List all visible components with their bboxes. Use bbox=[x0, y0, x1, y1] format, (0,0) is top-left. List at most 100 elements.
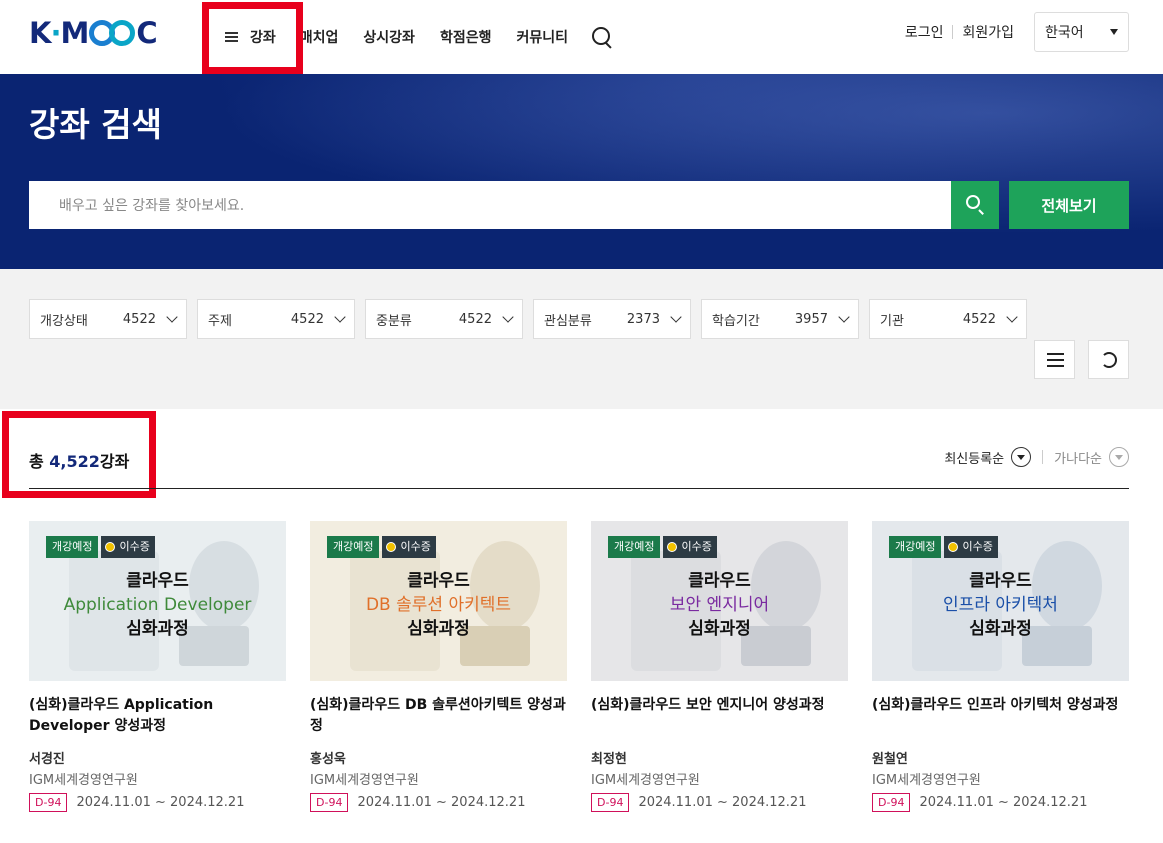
login-link[interactable]: 로그인 bbox=[905, 22, 944, 42]
medal-icon bbox=[667, 542, 678, 552]
filter-institution[interactable]: 기관 4522 bbox=[869, 299, 1027, 339]
refresh-button[interactable] bbox=[1088, 340, 1129, 379]
kmooc-logo[interactable]: K·M C bbox=[29, 16, 158, 50]
thumb-line1: 클라우드 bbox=[969, 571, 1032, 591]
caret-down-icon bbox=[1110, 29, 1118, 35]
course-thumbnail[interactable]: 개강예정 이수증 클라우드 DB 솔루션 아키텍트 심화과정 bbox=[310, 521, 567, 681]
course-date: D-94 2024.11.01 ~ 2024.12.21 bbox=[872, 793, 1087, 812]
course-card[interactable]: 개강예정 이수증 클라우드 보안 엔지니어 심화과정 (심화)클라우드 보안 엔… bbox=[591, 521, 848, 821]
sort-alphabetical[interactable]: 가나다순 bbox=[1054, 447, 1129, 467]
course-date: D-94 2024.11.01 ~ 2024.12.21 bbox=[310, 793, 525, 812]
filter-label: 개강상태 bbox=[40, 313, 88, 329]
thumbnail-text: 클라우드 인프라 아키텍처 심화과정 bbox=[872, 569, 1129, 641]
course-thumbnail[interactable]: 개강예정 이수증 클라우드 Application Developer 심화과정 bbox=[29, 521, 286, 681]
filter-interest[interactable]: 관심분류 2373 bbox=[533, 299, 691, 339]
thumbnail-text: 클라우드 DB 솔루션 아키텍트 심화과정 bbox=[310, 569, 567, 641]
filter-status[interactable]: 개강상태 4522 bbox=[29, 299, 187, 339]
view-all-button[interactable]: 전체보기 bbox=[1009, 181, 1129, 229]
chevron-down-icon bbox=[334, 311, 346, 323]
course-title[interactable]: (심화)클라우드 DB 솔루션아키텍트 양성과정 bbox=[310, 695, 567, 737]
dday-badge: D-94 bbox=[29, 793, 68, 812]
course-period: 2024.11.01 ~ 2024.12.21 bbox=[357, 795, 526, 810]
chevron-down-icon bbox=[502, 311, 514, 323]
course-institution: IGM세계경영연구원 bbox=[872, 773, 981, 788]
course-date: D-94 2024.11.01 ~ 2024.12.21 bbox=[591, 793, 806, 812]
logo-infinity-icon bbox=[89, 20, 136, 46]
page-title: 강좌 검색 bbox=[29, 105, 162, 144]
course-professor: 원철연 bbox=[872, 752, 908, 767]
sort-latest[interactable]: 최신등록순 bbox=[944, 447, 1032, 467]
filter-label: 관심분류 bbox=[544, 313, 592, 329]
sort-latest-label: 최신등록순 bbox=[944, 451, 1005, 467]
filter-count: 3957 bbox=[794, 311, 828, 327]
filter-label: 학습기간 bbox=[712, 313, 760, 329]
thumb-line3: 심화과정 bbox=[407, 619, 470, 639]
course-title[interactable]: (심화)클라우드 보안 엔지니어 양성과정 bbox=[591, 695, 848, 716]
results-divider bbox=[29, 488, 1129, 489]
course-period: 2024.11.01 ~ 2024.12.21 bbox=[919, 795, 1088, 810]
filter-count: 4522 bbox=[962, 311, 996, 327]
medal-icon bbox=[105, 542, 116, 552]
filter-duration[interactable]: 학습기간 3957 bbox=[701, 299, 859, 339]
certificate-badge: 이수증 bbox=[944, 536, 998, 558]
course-professor: 최정현 bbox=[591, 752, 627, 767]
search-input[interactable]: 배우고 싶은 강좌를 찾아보세요. bbox=[29, 181, 951, 229]
search-icon[interactable] bbox=[591, 26, 613, 48]
filter-label: 주제 bbox=[208, 313, 232, 329]
nav-community[interactable]: 커뮤니티 bbox=[516, 27, 568, 47]
course-card[interactable]: 개강예정 이수증 클라우드 인프라 아키텍처 심화과정 (심화)클라우드 인프라… bbox=[872, 521, 1129, 821]
thumb-line3: 심화과정 bbox=[126, 619, 189, 639]
course-badges: 개강예정 이수증 bbox=[608, 536, 717, 558]
divider bbox=[1042, 450, 1044, 464]
language-select[interactable]: 한국어 bbox=[1034, 12, 1129, 52]
dday-badge: D-94 bbox=[872, 793, 911, 812]
thumb-line1: 클라우드 bbox=[126, 571, 189, 591]
certificate-label: 이수증 bbox=[400, 540, 431, 553]
list-view-button[interactable] bbox=[1034, 340, 1075, 379]
certificate-label: 이수증 bbox=[119, 540, 150, 553]
course-thumbnail[interactable]: 개강예정 이수증 클라우드 보안 엔지니어 심화과정 bbox=[591, 521, 848, 681]
thumbnail-text: 클라우드 Application Developer 심화과정 bbox=[29, 569, 286, 641]
thumb-line2: 보안 엔지니어 bbox=[669, 595, 770, 615]
course-badges: 개강예정 이수증 bbox=[327, 536, 436, 558]
certificate-label: 이수증 bbox=[681, 540, 712, 553]
open-status-badge: 개강예정 bbox=[889, 536, 942, 558]
signup-link[interactable]: 회원가입 bbox=[962, 22, 1014, 42]
course-title[interactable]: (심화)클라우드 인프라 아키텍처 양성과정 bbox=[872, 695, 1129, 716]
course-title[interactable]: (심화)클라우드 Application Developer 양성과정 bbox=[29, 695, 286, 737]
search-icon-handle bbox=[978, 209, 984, 215]
thumb-line3: 심화과정 bbox=[969, 619, 1032, 639]
search-icon bbox=[966, 195, 980, 209]
nav-matchup[interactable]: 매치업 bbox=[300, 27, 339, 47]
sort-caret-icon bbox=[1011, 447, 1032, 467]
filter-subcategory[interactable]: 중분류 4522 bbox=[365, 299, 523, 339]
thumb-line2: DB 솔루션 아키텍트 bbox=[365, 595, 512, 615]
open-status-badge: 개강예정 bbox=[608, 536, 661, 558]
course-professor: 홍성욱 bbox=[310, 752, 346, 767]
highlight-box-total bbox=[2, 411, 156, 498]
open-status-badge: 개강예정 bbox=[46, 536, 99, 558]
course-card[interactable]: 개강예정 이수증 클라우드 DB 솔루션 아키텍트 심화과정 (심화)클라우드 … bbox=[310, 521, 567, 821]
language-value: 한국어 bbox=[1045, 25, 1084, 41]
medal-icon bbox=[386, 542, 397, 552]
thumb-line3: 심화과정 bbox=[688, 619, 751, 639]
nav-credit-bank[interactable]: 학점은행 bbox=[440, 27, 492, 47]
thumb-line1: 클라우드 bbox=[407, 571, 470, 591]
filter-label: 중분류 bbox=[376, 313, 412, 329]
list-icon-line bbox=[1047, 359, 1064, 361]
certificate-badge: 이수증 bbox=[101, 536, 155, 558]
thumb-line2: 인프라 아키텍처 bbox=[943, 595, 1058, 615]
header-utility: 로그인 회원가입 한국어 bbox=[905, 12, 1129, 52]
filter-count: 4522 bbox=[458, 311, 492, 327]
filter-count: 2373 bbox=[626, 311, 660, 327]
thumb-line2: Application Developer bbox=[63, 595, 252, 615]
certificate-label: 이수증 bbox=[962, 540, 993, 553]
course-thumbnail[interactable]: 개강예정 이수증 클라우드 인프라 아키텍처 심화과정 bbox=[872, 521, 1129, 681]
search-button[interactable] bbox=[951, 181, 999, 229]
course-card[interactable]: 개강예정 이수증 클라우드 Application Developer 심화과정… bbox=[29, 521, 286, 821]
certificate-badge: 이수증 bbox=[663, 536, 717, 558]
nav-always-on[interactable]: 상시강좌 bbox=[363, 27, 415, 47]
course-date: D-94 2024.11.01 ~ 2024.12.21 bbox=[29, 793, 244, 812]
course-institution: IGM세계경영연구원 bbox=[310, 773, 419, 788]
filter-subject[interactable]: 주제 4522 bbox=[197, 299, 355, 339]
